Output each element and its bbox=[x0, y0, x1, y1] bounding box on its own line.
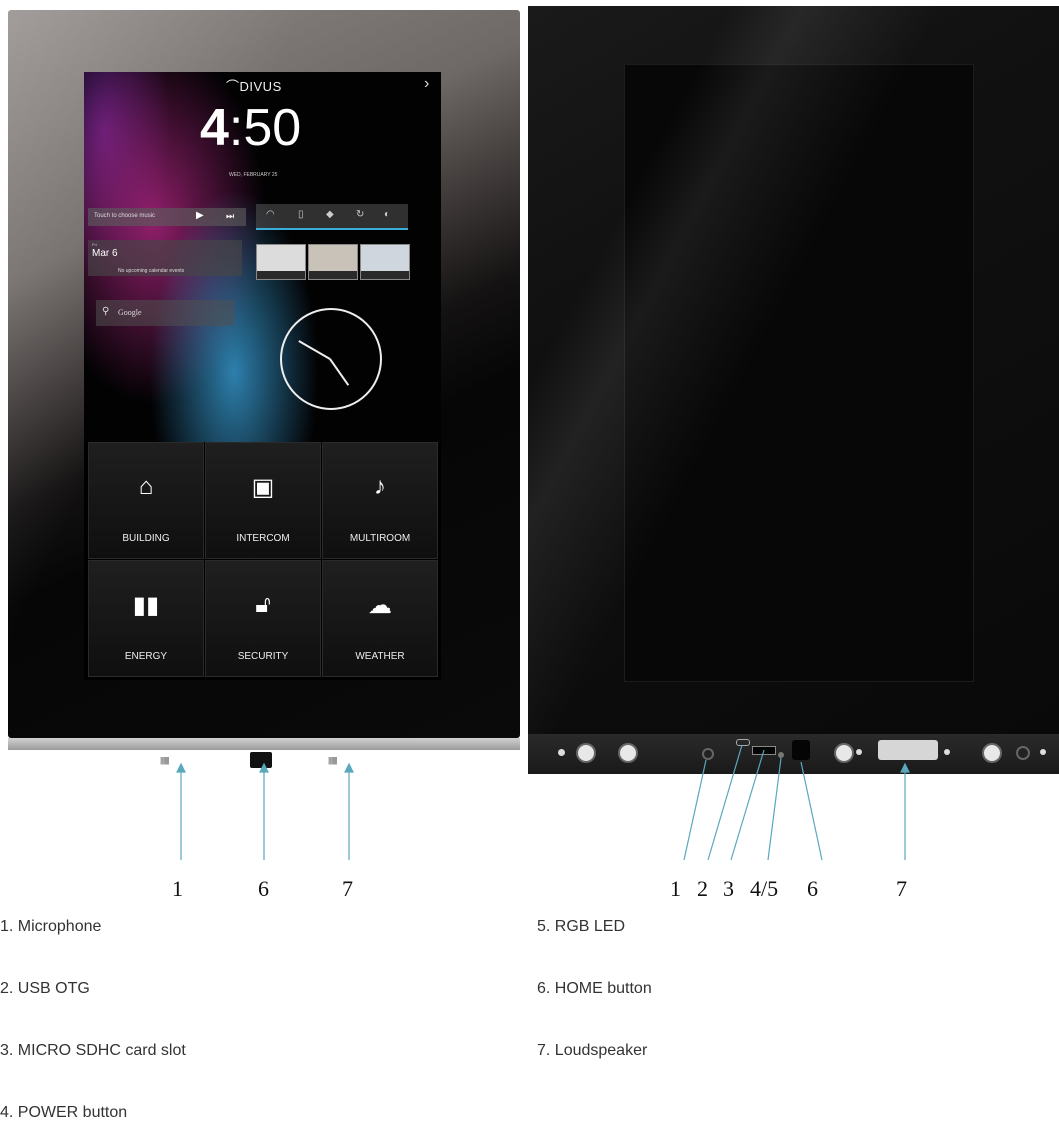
leader-arrow-front-6 bbox=[259, 762, 269, 773]
leader-arrow-back-7 bbox=[900, 762, 910, 773]
legend-item-home-button: 6. HOME button bbox=[537, 980, 652, 997]
callout-back-3: 3 bbox=[723, 876, 734, 901]
callout-front-7: 7 bbox=[342, 876, 353, 901]
legend-item-power-button: 4. POWER button bbox=[0, 1104, 128, 1121]
leader-line-back-1 bbox=[683, 759, 707, 861]
legend-item-rgb-led: 5. RGB LED bbox=[537, 918, 626, 935]
legend-item-loudspeaker: 7. Loudspeaker bbox=[537, 1042, 648, 1059]
leader-line-back-2 bbox=[707, 744, 743, 861]
callout-front-6: 6 bbox=[258, 876, 269, 901]
leader-arrow-front-1 bbox=[176, 762, 186, 773]
callout-back-2: 2 bbox=[697, 876, 708, 901]
leader-arrow-front-7 bbox=[344, 762, 354, 773]
leader-line-back-6 bbox=[800, 761, 823, 861]
callout-back-1: 1 bbox=[670, 876, 681, 901]
legend-item-micro-sdhc: 3. MICRO SDHC card slot bbox=[0, 1042, 186, 1059]
callout-back-6: 6 bbox=[807, 876, 818, 901]
callout-leader-lines bbox=[176, 744, 910, 861]
callout-back-4-5: 4/5 bbox=[750, 876, 779, 901]
callout-front-1: 1 bbox=[172, 876, 183, 901]
leader-line-back-4-5 bbox=[767, 757, 782, 861]
legend-item-usb-otg: 2. USB OTG bbox=[0, 980, 90, 997]
legend-item-microphone: 1. Microphone bbox=[0, 918, 102, 935]
callout-back-7: 7 bbox=[896, 876, 907, 901]
